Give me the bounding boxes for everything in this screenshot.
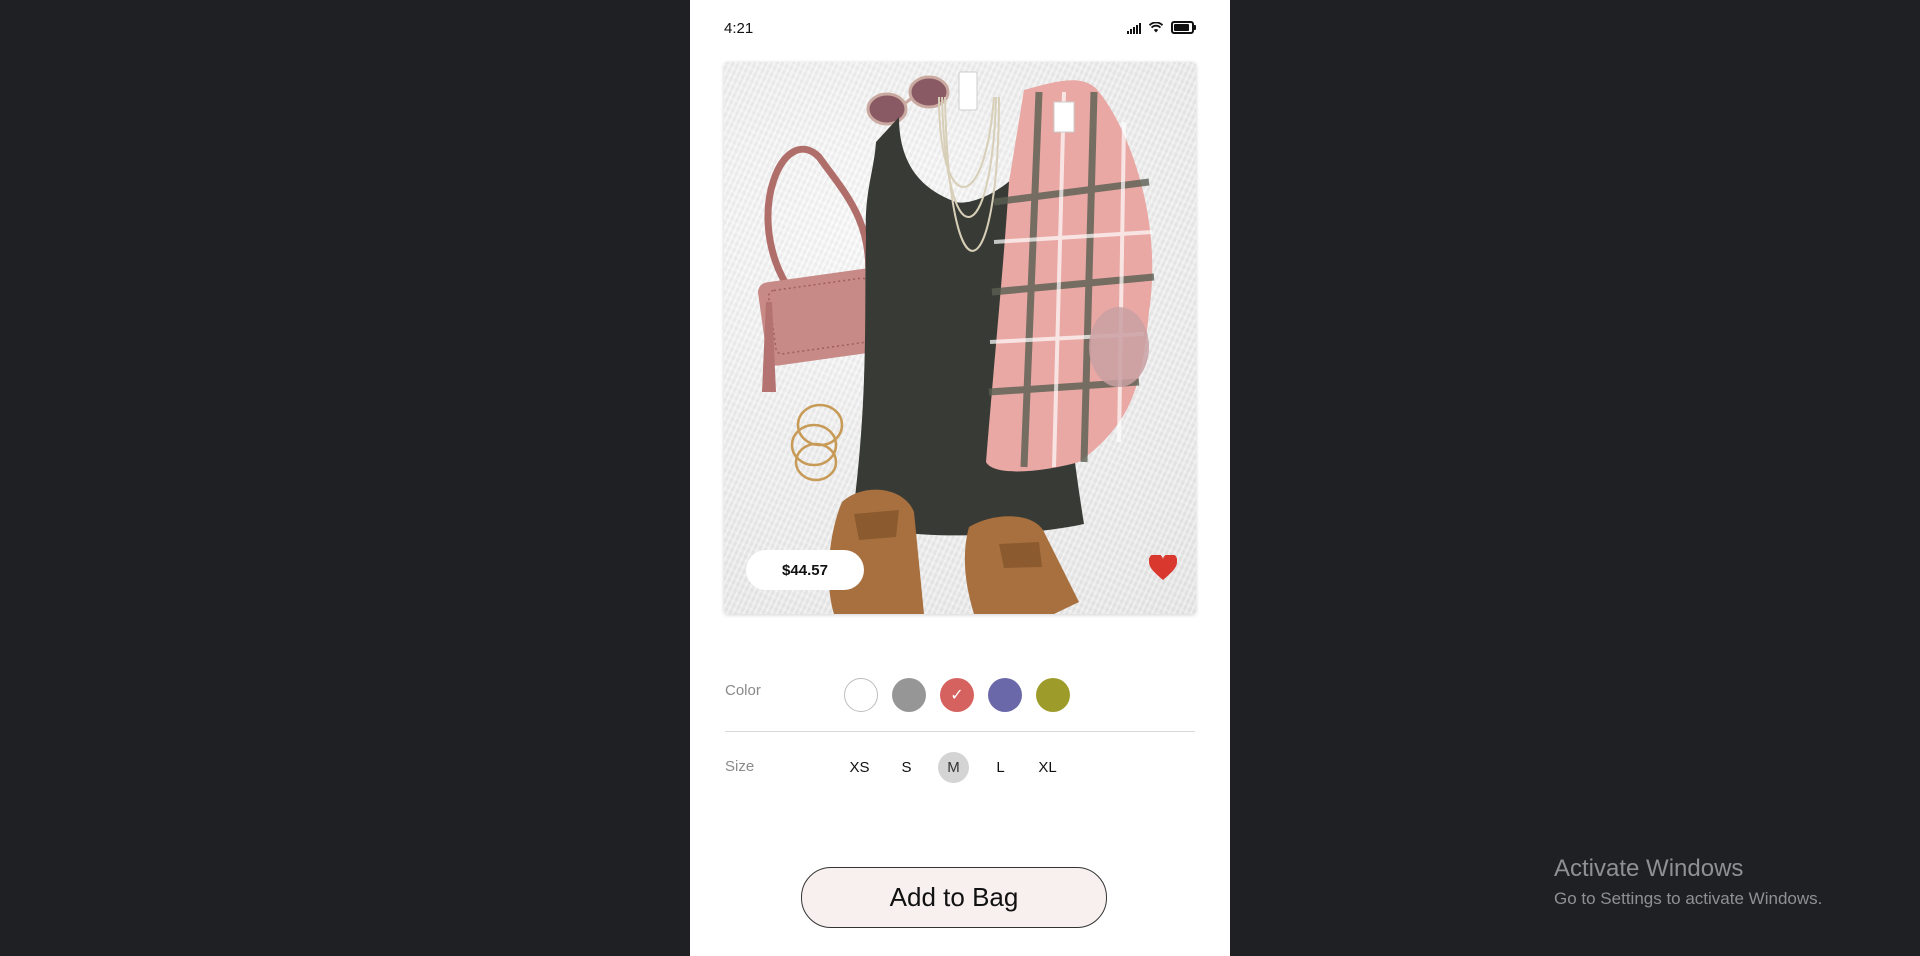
color-swatch-red[interactable]: ✓: [940, 678, 974, 712]
status-time: 4:21: [724, 20, 754, 37]
color-swatch-purple[interactable]: [988, 678, 1022, 712]
plaid-shirt-item: [986, 80, 1155, 472]
size-label: Size: [725, 758, 755, 775]
color-selector: Color ✓: [725, 664, 1195, 724]
signal-icon: [1127, 22, 1141, 34]
add-to-bag-button[interactable]: Add to Bag: [801, 867, 1107, 928]
sunglasses-item: [866, 75, 950, 126]
desktop-background: 4:21 $44.57 Color ✓ Size XS S M L XL Add…: [0, 0, 1920, 956]
status-bar: 4:21: [690, 0, 1230, 58]
battery-icon: [1171, 21, 1196, 34]
phone-screen: 4:21 $44.57 Color ✓ Size XS S M L XL Add…: [690, 0, 1230, 956]
outfit-photo: [758, 71, 1155, 614]
color-label: Color: [725, 682, 761, 699]
product-image[interactable]: $44.57: [724, 62, 1196, 614]
heart-icon[interactable]: [1149, 555, 1177, 581]
size-option-xs[interactable]: XS: [844, 752, 875, 783]
price-tag: $44.57: [746, 550, 864, 590]
windows-activation-watermark: Activate Windows Go to Settings to activ…: [1554, 855, 1822, 909]
color-swatch-white[interactable]: [844, 678, 878, 712]
size-selector: Size XS S M L XL: [725, 748, 1195, 788]
size-option-l[interactable]: L: [985, 752, 1016, 783]
bracelets-item: [790, 403, 844, 482]
check-icon: ✓: [950, 687, 964, 704]
size-options: XS S M L XL: [844, 752, 1063, 783]
size-option-m[interactable]: M: [938, 752, 969, 783]
status-icons: [1127, 21, 1196, 34]
wifi-icon: [1149, 22, 1163, 33]
color-swatches: ✓: [844, 678, 1070, 712]
bag-strap: [764, 145, 873, 286]
color-swatch-olive[interactable]: [1036, 678, 1070, 712]
watermark-title: Activate Windows: [1554, 855, 1744, 882]
watermark-subtitle: Go to Settings to activate Windows.: [1554, 889, 1823, 908]
divider: [725, 731, 1195, 732]
color-swatch-gray[interactable]: [892, 678, 926, 712]
size-option-xl[interactable]: XL: [1032, 752, 1063, 783]
size-option-s[interactable]: S: [891, 752, 922, 783]
